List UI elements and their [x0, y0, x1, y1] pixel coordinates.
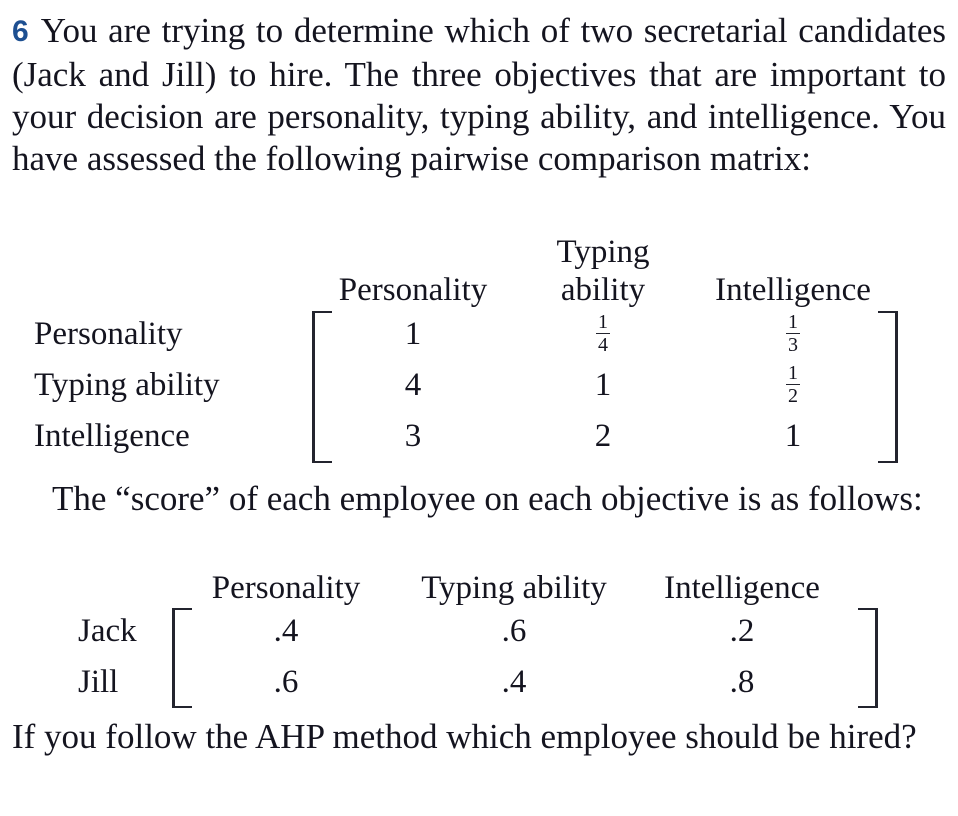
- fraction-one-third: 1 3: [786, 312, 800, 355]
- score-row-label-jack: Jack: [78, 613, 137, 649]
- comparison-cell-0-2: 1 3: [698, 312, 888, 356]
- score-line-2: follows:: [808, 479, 923, 518]
- fraction-one-half: 1 2: [786, 363, 800, 406]
- matrix-left-bracket: [312, 311, 332, 463]
- fraction-numerator: 1: [788, 311, 798, 333]
- comparison-row-label-intelligence: Intelligence: [34, 418, 190, 454]
- score-line-1: The “score” of each employee on each obj…: [52, 479, 800, 518]
- comparison-cell-1-1-value: 1: [594, 367, 612, 403]
- comparison-cell-2-0-value: 3: [404, 418, 422, 454]
- fraction-denominator: 3: [786, 333, 800, 356]
- score-col-header-typing-ability: Typing ability: [421, 570, 607, 606]
- col-header-typing-line1: Typing: [556, 234, 650, 270]
- comparison-cell-2-1-value: 2: [594, 418, 612, 454]
- employee-score-matrix: Personality Typing ability Intelligence …: [0, 562, 958, 708]
- score-matrix-header-row: Personality Typing ability Intelligence: [0, 562, 958, 606]
- score-row-label-jill: Jill: [78, 664, 119, 700]
- comparison-matrix-row-typing-ability: Typing ability 4 1 1 2: [0, 360, 958, 411]
- score-matrix-row-jill: Jill .6 .4 .8: [0, 657, 958, 708]
- comparison-cell-0-0: 1: [318, 316, 508, 353]
- comparison-cell-2-0: 3: [318, 418, 508, 455]
- fraction-numerator: 1: [598, 311, 608, 333]
- comparison-cell-1-0-value: 4: [404, 367, 422, 403]
- comparison-row-label-typing-ability: Typing ability: [34, 367, 220, 403]
- comparison-cell-2-2: 1: [698, 418, 888, 455]
- col-header-intelligence-line2: Intelligence: [715, 272, 871, 308]
- closing-line-2: hired?: [829, 717, 917, 756]
- score-col-header-intelligence: Intelligence: [664, 570, 820, 606]
- comparison-cell-1-1: 1: [508, 367, 698, 404]
- comparison-row-label-personality: Personality: [34, 316, 183, 352]
- comparison-col-header-intelligence: Intelligence: [698, 271, 888, 309]
- col-header-personality-line2: Personality: [338, 272, 488, 308]
- pairwise-comparison-matrix: Personality Typing ability Intelligence …: [0, 225, 958, 463]
- comparison-col-header-personality: Personality: [318, 271, 508, 309]
- score-cell-jill-intelligence: .8: [729, 664, 755, 700]
- intro-line-1: You are trying to determine which of two…: [40, 11, 788, 50]
- problem-intro-paragraph: 6 You are trying to determine which of tw…: [12, 10, 946, 180]
- score-matrix-body: Jack .4 .6 .2 Jill .6 .4 .8: [0, 606, 958, 708]
- fraction-denominator: 4: [596, 333, 610, 356]
- score-matrix-row-jack: Jack .4 .6 .2: [0, 606, 958, 657]
- score-cell-jack-intelligence: .2: [729, 613, 755, 649]
- col-header-typing-line2: ability: [560, 272, 646, 308]
- comparison-matrix-row-intelligence: Intelligence 3 2 1: [0, 411, 958, 462]
- fraction-numerator: 1: [788, 362, 798, 384]
- comparison-matrix-header-row: Personality Typing ability Intelligence: [0, 225, 958, 309]
- document-page: 6 You are trying to determine which of tw…: [0, 0, 958, 816]
- score-cell-jack-typing-ability: .6: [501, 613, 527, 649]
- fraction-one-fourth: 1 4: [596, 312, 610, 355]
- comparison-cell-0-1: 1 4: [508, 312, 698, 356]
- comparison-col-header-typing-ability: Typing ability: [508, 233, 698, 309]
- closing-line-1: If you follow the AHP method which emplo…: [12, 717, 821, 756]
- intro-line-5: comparison matrix:: [537, 139, 811, 178]
- matrix-right-bracket: [878, 311, 898, 463]
- score-cell-jack-personality: .4: [273, 613, 299, 649]
- comparison-cell-2-1: 2: [508, 418, 698, 455]
- comparison-cell-1-2: 1 2: [698, 363, 888, 407]
- score-matrix-left-bracket: [172, 608, 192, 708]
- score-intro-paragraph: The “score” of each employee on each obj…: [12, 478, 946, 520]
- closing-question-paragraph: If you follow the AHP method which emplo…: [12, 716, 946, 758]
- score-col-header-personality: Personality: [211, 570, 361, 606]
- comparison-matrix-row-personality: Personality 1 1 4 1 3: [0, 309, 958, 360]
- comparison-matrix-body: Personality 1 1 4 1 3 Typing ability 4 1…: [0, 309, 958, 463]
- score-cell-jill-personality: .6: [273, 664, 299, 700]
- score-matrix-right-bracket: [858, 608, 878, 708]
- comparison-cell-0-0-value: 1: [404, 316, 422, 352]
- comparison-cell-2-2-value: 1: [784, 418, 802, 454]
- fraction-denominator: 2: [786, 384, 800, 407]
- problem-number: 6: [12, 15, 29, 48]
- score-cell-jill-typing-ability: .4: [501, 664, 527, 700]
- comparison-cell-1-0: 4: [318, 367, 508, 404]
